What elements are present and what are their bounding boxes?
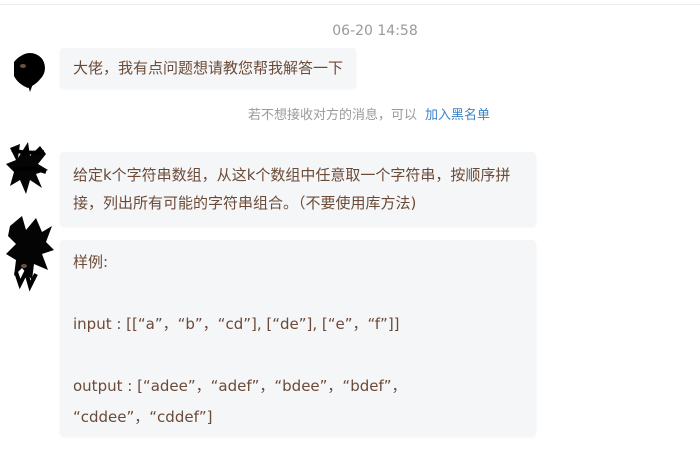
sender-avatar[interactable] (6, 140, 50, 196)
blacklist-link[interactable]: 加入黑名单 (425, 108, 490, 123)
message-line: “cddee”，“cddef”] (73, 408, 213, 426)
message-bubble: 给定k个字符串数组，从这k个数组中任意取一个字符串，按顺序拼接，列出所有可能的字… (60, 152, 536, 226)
sender-avatar[interactable] (8, 48, 52, 92)
scribbled-avatar-icon (6, 142, 48, 194)
scribbled-avatar-icon (6, 216, 54, 292)
message-bubble: 样例: input : [[“a”，“b”，“cd”], [“de”], [“e… (60, 240, 536, 436)
message-text: 大佬，我有点问题想请教您帮我解答一下 (73, 59, 344, 77)
top-divider (0, 4, 700, 5)
message-bubble: 大佬，我有点问题想请教您帮我解答一下 (60, 48, 357, 88)
message-line: 样例: (73, 253, 109, 271)
sender-avatar[interactable] (6, 214, 54, 298)
message-line: output : [“adee”，“adef”，“bdee”，“bdef”， (73, 377, 407, 395)
message-timestamp: 06-20 14:58 (332, 23, 418, 39)
notice-text: 若不想接收对方的消息，可以 (248, 108, 418, 123)
message-line: input : [[“a”，“b”，“cd”], [“de”], [“e”，“f… (73, 315, 400, 333)
message-text: 给定k个字符串数组，从这k个数组中任意取一个字符串，按顺序拼接，列出所有可能的字… (73, 166, 511, 212)
scribbled-avatar-icon (14, 53, 45, 92)
block-notice: 若不想接收对方的消息，可以 加入黑名单 (248, 106, 490, 126)
